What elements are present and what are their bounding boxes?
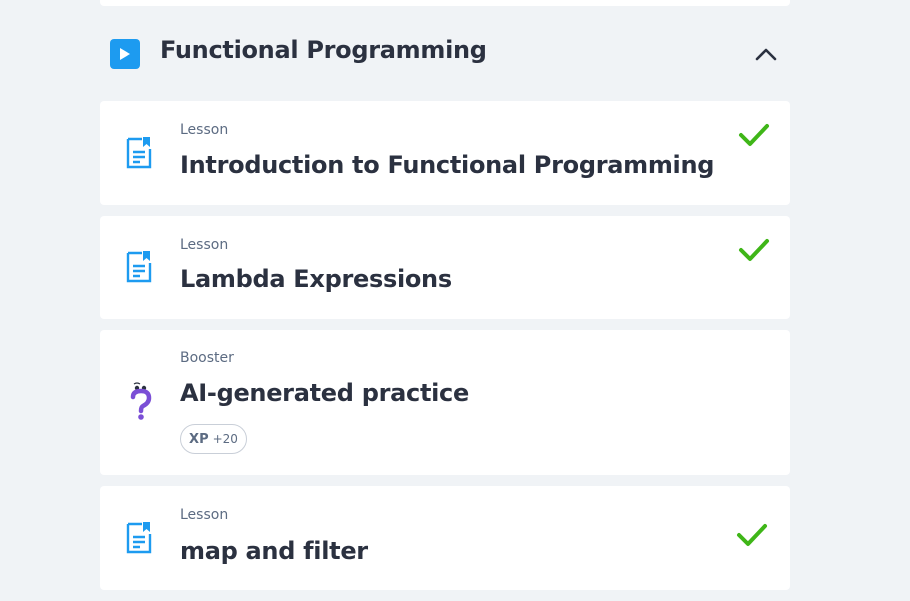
- check-icon: [737, 524, 767, 546]
- xp-label: XP: [189, 431, 209, 447]
- item-type: Lesson: [180, 122, 229, 138]
- list-item[interactable]: Lesson map and filter: [100, 486, 790, 590]
- collapse-button[interactable]: [752, 40, 780, 68]
- item-title: map and filter: [180, 537, 368, 565]
- section-title: Functional Programming: [160, 36, 487, 64]
- lesson-icon: [126, 251, 152, 283]
- list-item[interactable]: Lesson Lambda Expressions: [100, 216, 790, 319]
- lesson-icon: [126, 522, 152, 554]
- item-type: Lesson: [180, 237, 229, 253]
- chevron-up-icon: [755, 48, 777, 61]
- section-header: Functional Programming: [100, 26, 790, 78]
- check-icon: [739, 124, 769, 146]
- xp-badge: XP +20: [180, 424, 247, 454]
- question-icon: [130, 382, 152, 420]
- item-title: Lambda Expressions: [180, 265, 452, 293]
- item-type: Lesson: [180, 507, 229, 523]
- previous-card: [100, 0, 790, 6]
- check-icon: [739, 239, 769, 261]
- list-item[interactable]: Booster AI-generated practice XP +20: [100, 330, 790, 475]
- xp-value: +20: [212, 432, 238, 446]
- play-icon: [110, 39, 140, 69]
- list-item[interactable]: Lesson Introduction to Functional Progra…: [100, 101, 790, 205]
- lesson-icon: [126, 137, 152, 169]
- item-type: Booster: [180, 350, 234, 366]
- item-title: AI-generated practice: [180, 379, 469, 407]
- item-title: Introduction to Functional Programming: [180, 151, 715, 179]
